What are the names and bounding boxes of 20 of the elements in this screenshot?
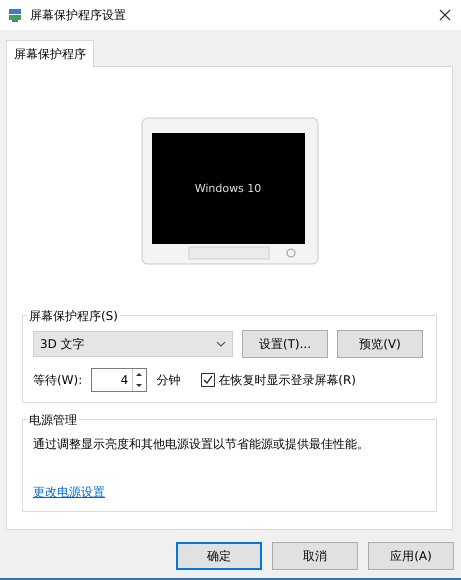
window-title: 屏幕保护程序设置 — [30, 6, 127, 24]
wait-label: 等待(W): — [33, 372, 82, 388]
checkbox-label: 在恢复时显示登录屏幕(R) — [218, 372, 356, 388]
dialog-button[interactable]: 应用(A) — [368, 542, 454, 570]
close-icon[interactable] — [439, 9, 451, 21]
dialog-button[interactable]: 确定 — [176, 542, 262, 570]
settings-button[interactable]: 设置(T)... — [242, 330, 328, 358]
chevron-icon — [216, 341, 226, 347]
dialog-button[interactable]: 取消 — [272, 542, 358, 570]
screensaver-dropdown[interactable]: 3D 文字 — [33, 331, 233, 357]
app-icon — [8, 8, 22, 22]
power-settings-link[interactable]: 更改电源设置 — [33, 485, 105, 499]
tab[interactable]: 屏幕保护程序 — [6, 40, 94, 67]
unit-label: 分钟 — [156, 372, 180, 388]
power-description: 通过调整显示亮度和其他电源设置以节省能源或提供最佳性能。 — [33, 436, 370, 453]
preview-text: Windows 10 — [194, 182, 261, 195]
group-legend: 屏幕保护程序(S) — [27, 308, 120, 325]
wait-spinner[interactable]: 4 — [91, 368, 148, 392]
resume-checkbox[interactable] — [201, 373, 216, 387]
preview-button[interactable]: 预览(V) — [337, 330, 423, 358]
